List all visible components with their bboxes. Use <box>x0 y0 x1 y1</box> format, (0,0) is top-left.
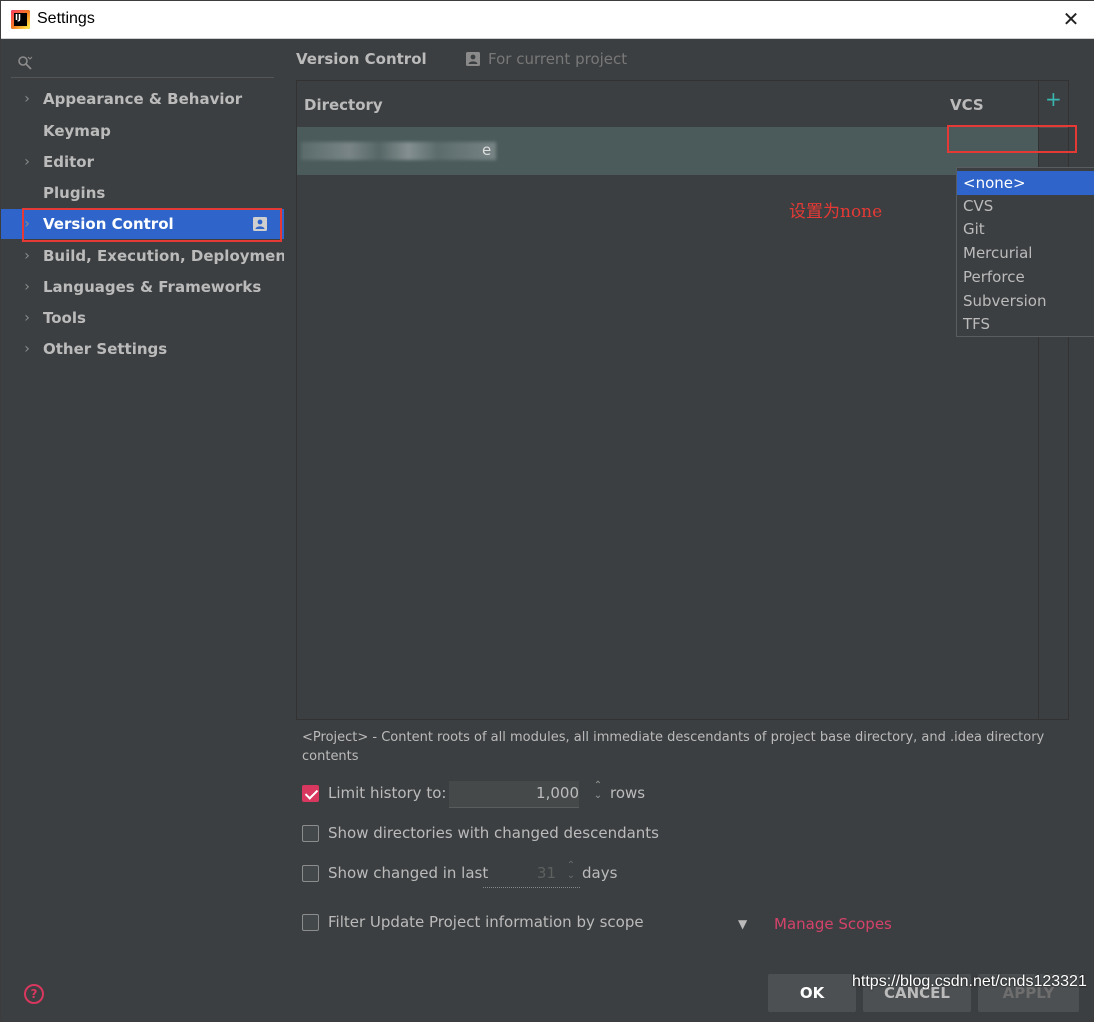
settings-sidebar: › Appearance & Behavior Keymap › Editor … <box>1 39 293 959</box>
redacted-path <box>301 142 496 160</box>
column-header-vcs[interactable]: VCS <box>950 96 984 114</box>
version-control-panel: Version Control For current project Dire… <box>284 39 1094 959</box>
page-title: Version Control <box>296 50 427 68</box>
filter-update-label: Filter Update Project information by sco… <box>328 913 644 931</box>
show-directories-checkbox[interactable] <box>302 825 319 842</box>
sidebar-item-label: Keymap <box>43 122 111 140</box>
chevron-right-icon: › <box>24 216 30 232</box>
sidebar-item-keymap[interactable]: Keymap <box>21 116 283 146</box>
chevron-right-icon: › <box>24 248 30 264</box>
vcs-option-none[interactable]: <none> <box>957 171 1094 195</box>
sidebar-item-label: Build, Execution, Deployment <box>43 247 294 265</box>
filter-update-checkbox[interactable] <box>302 914 319 931</box>
table-header: Directory VCS <box>297 81 1068 128</box>
close-icon[interactable]: ✕ <box>1059 7 1083 31</box>
limit-history-stepper[interactable]: ⌃ ⌄ <box>592 781 604 807</box>
sidebar-item-label: Tools <box>43 309 86 327</box>
sidebar-item-editor[interactable]: › Editor <box>21 147 283 177</box>
vcs-option-perforce[interactable]: Perforce <box>957 265 1094 289</box>
chevron-right-icon: › <box>24 310 30 326</box>
filter-update-option: Filter Update Project information by sco… <box>302 911 732 935</box>
chevron-right-icon: › <box>24 341 30 357</box>
show-directories-label: Show directories with changed descendant… <box>328 824 659 842</box>
show-directories-option: Show directories with changed descendant… <box>302 822 722 846</box>
directory-cell: e <box>482 141 492 159</box>
chevron-right-icon: › <box>24 279 30 295</box>
watermark: https://blog.csdn.net/cnds123321 <box>852 973 1087 990</box>
window-title: Settings <box>37 10 95 27</box>
search-icon <box>18 56 33 70</box>
show-changed-checkbox[interactable] <box>302 865 319 882</box>
chevron-right-icon: › <box>24 154 30 170</box>
vcs-option-tfs[interactable]: TFS <box>957 312 1094 336</box>
settings-window: IJ Settings ✕ › Appearance & Behavior Ke… <box>0 0 1094 1022</box>
vcs-mappings-table: Directory VCS + e <none> CVS Git Mercuri… <box>296 80 1094 720</box>
table-row[interactable]: e <box>297 127 1038 175</box>
show-changed-option: Show changed in last <box>302 862 502 886</box>
sidebar-item-tools[interactable]: › Tools <box>21 303 283 333</box>
vcs-option-mercurial[interactable]: Mercurial <box>957 241 1094 265</box>
scope-label: For current project <box>488 50 628 68</box>
show-changed-suffix: days <box>582 864 618 882</box>
settings-search-input[interactable] <box>11 49 274 78</box>
sidebar-item-build-execution-deployment[interactable]: › Build, Execution, Deployment <box>21 241 293 271</box>
project-description: <Project> - Content roots of all modules… <box>302 730 1045 764</box>
vcs-option-subversion[interactable]: Subversion <box>957 289 1094 313</box>
show-changed-stepper[interactable]: ⌃ ⌄ <box>565 861 577 887</box>
sidebar-item-languages-frameworks[interactable]: › Languages & Frameworks <box>21 272 283 302</box>
vcs-dropdown-list[interactable]: <none> CVS Git Mercurial Perforce Subver… <box>956 167 1094 337</box>
sidebar-item-label: Editor <box>43 153 94 171</box>
sidebar-item-label: Appearance & Behavior <box>43 90 243 108</box>
help-icon[interactable]: ? <box>24 984 44 1004</box>
chevron-right-icon: › <box>24 91 30 107</box>
sidebar-item-appearance-behavior[interactable]: › Appearance & Behavior <box>21 84 283 114</box>
sidebar-item-label: Plugins <box>43 184 106 202</box>
settings-body: › Appearance & Behavior Keymap › Editor … <box>1 39 1094 1021</box>
column-header-directory[interactable]: Directory <box>304 96 383 114</box>
sidebar-item-label: Version Control <box>43 215 174 233</box>
show-changed-label: Show changed in last <box>328 864 489 882</box>
sidebar-item-label: Languages & Frameworks <box>43 278 262 296</box>
title-bar: IJ Settings ✕ <box>1 1 1094 39</box>
limit-history-suffix: rows <box>610 784 646 802</box>
limit-history-field[interactable]: 1,000 <box>449 781 579 808</box>
scope-combo-dropdown-icon[interactable]: ▼ <box>738 917 747 931</box>
manage-scopes-link[interactable]: Manage Scopes <box>774 915 892 933</box>
intellij-app-icon: IJ <box>11 10 30 29</box>
sidebar-item-label: Other Settings <box>43 340 168 358</box>
sidebar-item-other-settings[interactable]: › Other Settings <box>21 334 283 364</box>
vcs-option-git[interactable]: Git <box>957 217 1094 241</box>
vcs-option-cvs[interactable]: CVS <box>957 194 1094 218</box>
ok-button[interactable]: OK <box>768 974 856 1012</box>
add-icon[interactable]: + <box>1045 89 1062 109</box>
sidebar-item-version-control[interactable]: › Version Control <box>1 209 284 239</box>
sidebar-item-plugins[interactable]: Plugins <box>21 178 283 208</box>
limit-history-label: Limit history to: <box>328 784 447 802</box>
annotation-text: 设置为none <box>789 202 883 222</box>
project-scope-icon <box>253 217 267 231</box>
limit-history-checkbox[interactable] <box>302 785 319 802</box>
project-scope-icon <box>466 52 480 66</box>
